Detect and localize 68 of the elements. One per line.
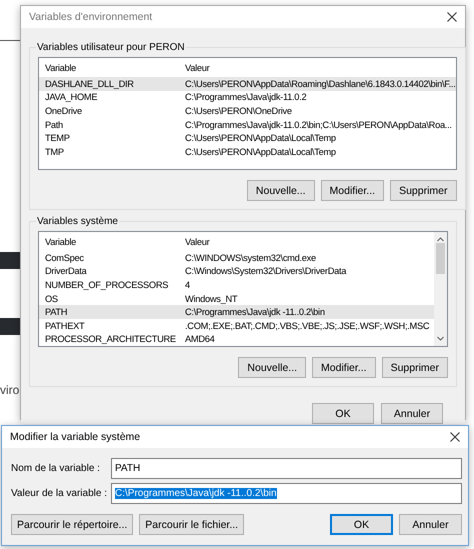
group-label: Variables système bbox=[36, 216, 119, 227]
list-row[interactable]: PROCESSOR_ARCHITECTURE AMD64 bbox=[39, 332, 434, 346]
dialog-button[interactable]: Supprimer bbox=[382, 357, 448, 378]
variable-name: TEMP bbox=[44, 133, 71, 144]
column-header[interactable]: Variable bbox=[39, 237, 179, 247]
dialog-button[interactable]: Supprimer bbox=[390, 180, 456, 201]
close-icon[interactable] bbox=[447, 12, 457, 22]
dialog-button[interactable]: Nouvelle... bbox=[246, 180, 315, 201]
list-row[interactable]: NUMBER_OF_PROCESSORS 4 bbox=[39, 278, 434, 292]
list-row[interactable]: DriverData C:\Windows\System32\Drivers\DriverData bbox=[39, 264, 434, 278]
variable-name: NUMBER_OF_PROCESSORS bbox=[44, 280, 170, 290]
variable-name: TMP bbox=[44, 146, 65, 157]
variable-name: OneDrive bbox=[44, 106, 83, 116]
variable-value: C:\Programmes\Java\jdk-11.0.2\bin;C:\Users\PERON\AppData\Roa... bbox=[184, 120, 453, 130]
variable-value: C:\Windows\System32\Drivers\DriverData bbox=[184, 266, 348, 276]
column-header[interactable]: Valeur bbox=[179, 63, 456, 73]
variable-name: PATHEXT bbox=[44, 320, 86, 331]
dialog-button[interactable]: Annuler bbox=[399, 514, 462, 535]
variable-value: 4 bbox=[184, 280, 191, 290]
list-row[interactable]: OS Windows_NT bbox=[39, 292, 434, 306]
variable-value: C:\Users\PERON\AppData\Local\Temp bbox=[184, 133, 337, 144]
dialog-button[interactable]: OK bbox=[312, 403, 374, 424]
variable-name: DASHLANE_DLL_DIR bbox=[44, 78, 135, 89]
list-row[interactable]: JAVA_HOME C:\Programmes\Java\jdk-11.0.2 bbox=[39, 90, 456, 104]
variable-name: JAVA_HOME bbox=[44, 92, 98, 102]
variable-value: C:\Users\PERON\OneDrive bbox=[184, 106, 293, 116]
list-row[interactable]: TEMP C:\Users\PERON\AppData\Local\Temp bbox=[39, 131, 456, 145]
scroll-thumb[interactable] bbox=[436, 243, 445, 274]
list-row[interactable]: PATHEXT .COM;.EXE;.BAT;.CMD;.VBS;.VBE;.JS;.JSE;.WSF;.WSH;.MSC bbox=[39, 318, 434, 333]
dialog-button[interactable]: Modifier... bbox=[312, 357, 376, 378]
input-field[interactable]: PATH bbox=[111, 458, 462, 479]
dialog-button[interactable]: Modifier... bbox=[320, 180, 384, 201]
variable-name: OS bbox=[44, 294, 59, 304]
dialog-button[interactable]: OK bbox=[330, 514, 393, 535]
variable-value: .COM;.EXE;.BAT;.CMD;.VBS;.VBE;.JS;.JSE;.WSF;.WSH;.MSC bbox=[184, 320, 430, 331]
column-header[interactable]: Variable bbox=[39, 63, 179, 73]
variable-value: C:\Users\PERON\AppData\Roaming\Dashlane\6.1843.0.14402\bin\F... bbox=[184, 78, 456, 89]
variable-value: C:\Users\PERON\AppData\Local\Temp bbox=[184, 146, 337, 157]
browse-button[interactable]: Parcourir le répertoire... bbox=[11, 514, 134, 535]
variable-name: Path bbox=[44, 120, 64, 130]
column-header[interactable]: Valeur bbox=[179, 237, 434, 247]
variable-value: C:\WINDOWS\system32\cmd.exe bbox=[184, 252, 317, 263]
list-row[interactable]: PATH C:\Programmes\Java\jdk -11..0.2\bin bbox=[39, 305, 434, 319]
list-row[interactable]: DASHLANE_DLL_DIR C:\Users\PERON\AppData\Roaming\Dashlane\6.1843.0.14402\bin\F... bbox=[39, 77, 456, 91]
field-label: Nom de la variable : bbox=[11, 463, 101, 474]
variable-value: C:\Programmes\Java\jdk -11..0.2\bin bbox=[184, 307, 326, 318]
input-field[interactable]: C:\Programmes\Java\jdk -11..0.2\bin bbox=[111, 483, 462, 504]
variable-value: AMD64 bbox=[184, 334, 216, 344]
group-label: Variables utilisateur pour PERON bbox=[36, 42, 186, 53]
scrollbar[interactable] bbox=[434, 232, 447, 346]
window-title: Modifier la variable système bbox=[10, 431, 140, 443]
list-row[interactable]: Path C:\Programmes\Java\jdk-11.0.2\bin;C:\Users\PERON\AppData\Roa... bbox=[39, 118, 456, 132]
variable-name: PROCESSOR_ARCHITECTURE bbox=[44, 334, 177, 344]
browse-button[interactable]: Parcourir le fichier... bbox=[139, 514, 244, 535]
variable-value: Windows_NT bbox=[184, 294, 238, 304]
list-row[interactable]: ComSpec C:\WINDOWS\system32\cmd.exe bbox=[39, 251, 434, 265]
list-row[interactable]: OneDrive C:\Users\PERON\OneDrive bbox=[39, 104, 456, 118]
field-label: Valeur de la variable : bbox=[11, 488, 108, 499]
window-title: Variables d'environnement bbox=[29, 11, 152, 23]
list-row[interactable]: TMP C:\Users\PERON\AppData\Local\Temp bbox=[39, 144, 456, 159]
variable-name: ComSpec bbox=[44, 252, 85, 263]
dialog-button[interactable]: Nouvelle... bbox=[238, 357, 306, 378]
dialog-button[interactable]: Annuler bbox=[381, 403, 443, 424]
variable-value: C:\Programmes\Java\jdk-11.0.2 bbox=[184, 92, 308, 102]
variable-name: PATH bbox=[44, 307, 68, 318]
variable-name: DriverData bbox=[44, 266, 88, 276]
page-text: viro bbox=[0, 383, 20, 397]
close-icon[interactable] bbox=[450, 432, 460, 442]
